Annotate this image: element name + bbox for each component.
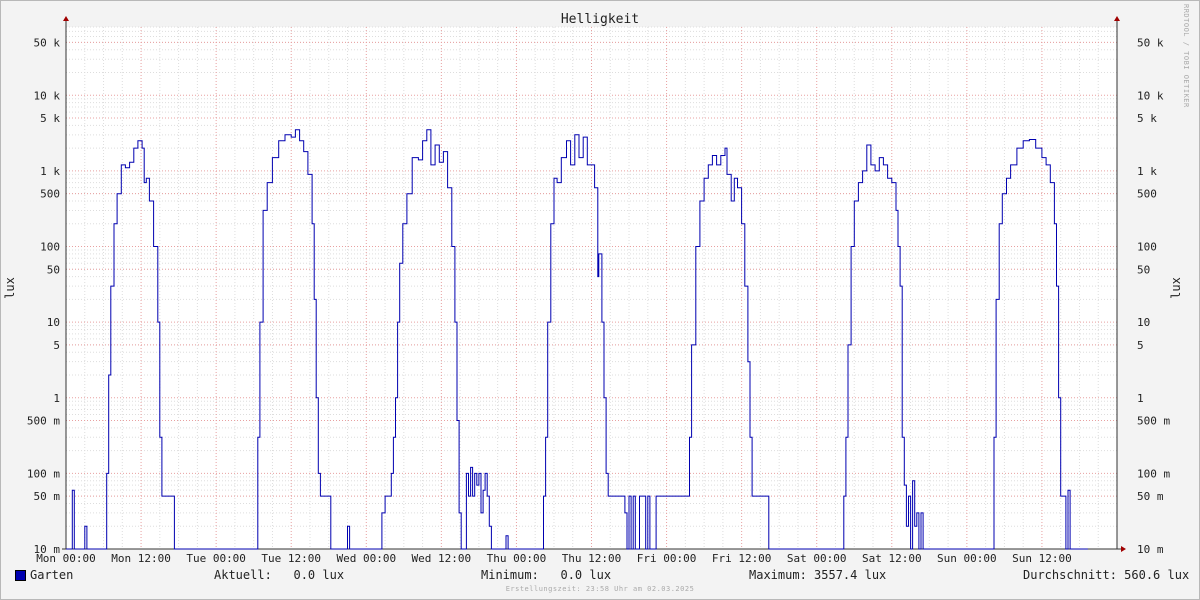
y-axis-arrow-right <box>1114 16 1120 21</box>
y-tick-label-left: 5 k <box>40 112 60 125</box>
x-tick-label: Sat 12:00 <box>862 552 922 565</box>
rrdtool-credit: RRDTOOL / TOBI OETIKER <box>1182 4 1190 108</box>
y-axis-label-right: lux <box>1169 277 1183 299</box>
legend-average: Durchschnitt: 560.6 lux <box>1023 568 1190 582</box>
y-tick-label-right: 5 k <box>1137 112 1157 125</box>
y-tick-label-left: 500 <box>40 188 60 201</box>
y-tick-label-right: 10 k <box>1137 89 1164 102</box>
y-axis-label-left: lux <box>3 277 17 299</box>
y-axis-arrow-left <box>63 16 69 21</box>
legend-minimum: Minimum: 0.0 lux <box>481 568 612 582</box>
y-tick-label-left: 50 k <box>34 36 61 49</box>
x-tick-label: Thu 00:00 <box>487 552 547 565</box>
x-tick-label: Sun 12:00 <box>1012 552 1072 565</box>
y-tick-label-right: 5 <box>1137 339 1144 352</box>
y-tick-label-right: 100 m <box>1137 467 1170 480</box>
legend: Garten Aktuell: 0.0 lux Minimum: 0.0 lux… <box>0 566 1200 586</box>
y-tick-label-right: 50 k <box>1137 36 1164 49</box>
x-tick-label: Wed 00:00 <box>336 552 396 565</box>
y-tick-label-right: 100 <box>1137 241 1157 254</box>
x-tick-label: Thu 12:00 <box>562 552 622 565</box>
x-tick-label: Tue 12:00 <box>261 552 321 565</box>
y-tick-label-left: 500 m <box>27 415 60 428</box>
y-tick-label-right: 50 m <box>1137 490 1164 503</box>
x-axis-arrow <box>1121 546 1126 552</box>
x-tick-label: Mon 12:00 <box>111 552 171 565</box>
x-tick-label: Sun 00:00 <box>937 552 997 565</box>
y-tick-label-right: 500 <box>1137 188 1157 201</box>
x-tick-label: Sat 00:00 <box>787 552 847 565</box>
x-tick-label: Tue 00:00 <box>186 552 246 565</box>
y-tick-label-left: 10 k <box>34 89 61 102</box>
y-tick-label-left: 10 <box>47 316 60 329</box>
y-tick-label-right: 10 <box>1137 316 1150 329</box>
x-tick-label: Fri 00:00 <box>637 552 697 565</box>
y-tick-label-right: 500 m <box>1137 415 1170 428</box>
brightness-chart: 10 m 10 m50 m 50 m100 m 100 m500 m 500 m1 15 5… <box>3 12 1183 565</box>
y-tick-label-left: 100 m <box>27 467 60 480</box>
y-tick-label-right: 50 <box>1137 263 1150 276</box>
legend-maximum: Maximum: 3557.4 lux <box>749 568 887 582</box>
legend-series-name: Garten <box>30 568 74 582</box>
y-tick-label-right: 1 <box>1137 392 1144 405</box>
x-tick-label: Mon 00:00 <box>36 552 96 565</box>
creation-time-footer: Erstellungszeit: 23:58 Uhr am 02.03.2025 <box>505 585 695 593</box>
y-tick-label-left: 1 <box>53 392 60 405</box>
y-tick-label-right: 1 k <box>1137 165 1157 178</box>
legend-swatch-garten <box>15 570 26 581</box>
y-tick-label-left: 50 m <box>34 490 61 503</box>
y-tick-label-left: 1 k <box>40 165 60 178</box>
legend-current: Aktuell: 0.0 lux <box>214 568 345 582</box>
y-tick-label-left: 100 <box>40 241 60 254</box>
x-tick-label: Wed 12:00 <box>412 552 472 565</box>
y-tick-label-left: 50 <box>47 263 60 276</box>
chart-title: Helligkeit <box>561 12 639 27</box>
y-tick-label-left: 5 <box>53 339 60 352</box>
x-tick-label: Fri 12:00 <box>712 552 772 565</box>
y-tick-label-right: 10 m <box>1137 543 1164 556</box>
